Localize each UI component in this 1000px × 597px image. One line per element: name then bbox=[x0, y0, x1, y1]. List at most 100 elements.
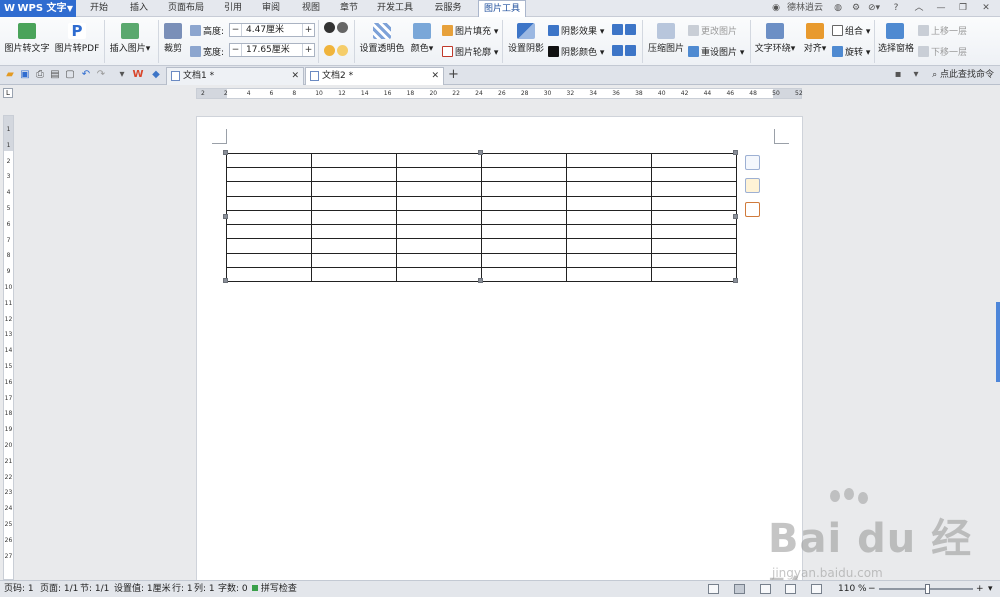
send-backward-button[interactable]: 下移一层 bbox=[918, 45, 967, 58]
status-bar-menu-icon[interactable]: ▾ bbox=[988, 581, 993, 597]
tab-stop-selector[interactable]: L bbox=[3, 88, 13, 98]
user-name[interactable]: 德林逍云 bbox=[784, 0, 826, 17]
print-icon[interactable]: ⎙ bbox=[34, 69, 46, 81]
cloud-doc-icon[interactable]: ◆ bbox=[150, 69, 162, 81]
table-cell[interactable] bbox=[226, 167, 312, 183]
table-cell[interactable] bbox=[566, 167, 652, 183]
fullscreen-icon[interactable] bbox=[708, 584, 719, 594]
table-cell[interactable] bbox=[396, 181, 482, 197]
table-cell[interactable] bbox=[396, 209, 482, 226]
table-cell[interactable] bbox=[481, 252, 567, 268]
table-cell[interactable] bbox=[566, 238, 652, 254]
align-button[interactable]: 对齐▾ bbox=[800, 23, 830, 54]
status-section[interactable]: 节: 1/1 bbox=[80, 581, 109, 597]
table-cell[interactable] bbox=[226, 224, 312, 240]
height-increment[interactable]: + bbox=[302, 24, 314, 36]
close-icon[interactable]: ✕ bbox=[291, 68, 299, 84]
table-cell[interactable] bbox=[311, 181, 397, 197]
quick-access-dropdown-icon[interactable]: ▾ bbox=[116, 69, 128, 81]
table-cell[interactable] bbox=[396, 252, 482, 268]
table-cell[interactable] bbox=[311, 209, 397, 226]
nudge-up-icon[interactable] bbox=[612, 24, 623, 35]
pic-to-pdf-button[interactable]: P 图片转PDF bbox=[54, 23, 100, 54]
table-cell[interactable] bbox=[566, 224, 652, 240]
table-cell[interactable] bbox=[311, 224, 397, 240]
table-cell[interactable] bbox=[651, 238, 737, 254]
tab-page-layout[interactable]: 页面布局 bbox=[164, 0, 208, 17]
layout-options-icon[interactable] bbox=[745, 155, 760, 170]
nudge-down-icon[interactable] bbox=[625, 24, 636, 35]
contrast-down-icon[interactable] bbox=[337, 22, 348, 33]
table-cell[interactable] bbox=[651, 195, 737, 211]
tab-settings-icon[interactable]: ▾ bbox=[910, 69, 922, 81]
insert-picture-button[interactable]: 插入图片▾ bbox=[108, 23, 152, 54]
close-icon[interactable]: ✕ bbox=[431, 68, 439, 84]
table-cell[interactable] bbox=[311, 195, 397, 211]
brightness-up-icon[interactable] bbox=[324, 45, 335, 56]
tab-cloud[interactable]: 云服务 bbox=[428, 0, 468, 17]
table-cell[interactable] bbox=[566, 195, 652, 211]
picture-fill-button[interactable]: 图片填充 ▾ bbox=[442, 24, 498, 37]
crop-button[interactable]: 裁剪 bbox=[162, 23, 184, 54]
horizontal-ruler[interactable]: 2 2 4 6 8 10 12 14 16 18 20 22 24 26 28 30 32 34 36 38 40 42 4… bbox=[196, 88, 803, 99]
width-increment[interactable]: + bbox=[302, 44, 314, 56]
table-cell[interactable] bbox=[651, 209, 737, 226]
command-search[interactable]: ⌕ 点此查找命令 bbox=[932, 68, 994, 82]
rotate-button[interactable]: 旋转 ▾ bbox=[832, 45, 870, 58]
vertical-ruler[interactable]: 1 1 2 3 4 5 6 7 8 9 10 11 12 13 14 15 16 17 18 19 20 21 22 23 24… bbox=[3, 115, 14, 580]
resize-handle[interactable] bbox=[478, 150, 483, 155]
table-cell[interactable] bbox=[311, 167, 397, 183]
table-cell[interactable] bbox=[566, 181, 652, 197]
table-cell[interactable] bbox=[311, 266, 397, 283]
tab-chapter[interactable]: 章节 bbox=[334, 0, 364, 17]
picture-outline-button[interactable]: 图片轮廓 ▾ bbox=[442, 45, 498, 58]
outline-pen-icon[interactable] bbox=[745, 202, 760, 217]
outline-view-icon[interactable] bbox=[760, 584, 771, 594]
table-cell[interactable] bbox=[226, 252, 312, 268]
table-cell[interactable] bbox=[651, 167, 737, 183]
table-cell[interactable] bbox=[226, 266, 312, 283]
reset-picture-button[interactable]: 重设图片 ▾ bbox=[688, 45, 744, 58]
table-cell[interactable] bbox=[566, 209, 652, 226]
open-folder-icon[interactable]: ▰ bbox=[4, 69, 16, 81]
close-icon[interactable]: ✕ bbox=[978, 0, 994, 17]
table-cell[interactable] bbox=[226, 152, 312, 169]
shadow-color-button[interactable]: 阴影颜色 ▾ bbox=[548, 45, 604, 58]
table-cell[interactable] bbox=[311, 238, 397, 254]
skin-icon[interactable]: ◍ bbox=[832, 0, 844, 17]
tab-insert[interactable]: 插入 bbox=[124, 0, 154, 17]
feedback-icon[interactable]: ⊘▾ bbox=[866, 0, 882, 17]
web-view-icon[interactable] bbox=[785, 584, 796, 594]
set-transparent-button[interactable]: 设置透明色 bbox=[358, 23, 406, 54]
shadow-effect-button[interactable]: 阴影效果 ▾ bbox=[548, 24, 604, 37]
width-decrement[interactable]: − bbox=[230, 44, 242, 56]
preview-icon[interactable]: ▢ bbox=[64, 69, 76, 81]
table-cell[interactable] bbox=[396, 224, 482, 240]
resize-handle[interactable] bbox=[733, 278, 738, 283]
width-spinner[interactable]: − 17.65厘米 + bbox=[229, 43, 315, 57]
app-menu-button[interactable]: W WPS 文字 ▼ bbox=[0, 0, 76, 17]
tab-developer[interactable]: 开发工具 bbox=[372, 0, 418, 17]
table-cell[interactable] bbox=[396, 195, 482, 211]
print-preview-icon[interactable]: ▤ bbox=[49, 69, 61, 81]
table-cell[interactable] bbox=[481, 152, 567, 169]
doc-tab-1[interactable]: 文档1 * ✕ bbox=[166, 67, 304, 85]
status-setting[interactable]: 设置值: 1厘米 bbox=[114, 581, 171, 597]
table-cell[interactable] bbox=[566, 152, 652, 169]
set-shadow-button[interactable]: 设置阴影 bbox=[508, 23, 544, 54]
gear-icon[interactable]: ⚙ bbox=[850, 0, 862, 17]
table-cell[interactable] bbox=[396, 238, 482, 254]
fill-bucket-icon[interactable] bbox=[745, 178, 760, 193]
compress-picture-button[interactable]: 压缩图片 bbox=[646, 23, 686, 54]
table-cell[interactable] bbox=[651, 152, 737, 169]
zoom-slider-thumb[interactable] bbox=[925, 584, 930, 594]
table-cell[interactable] bbox=[481, 167, 567, 183]
table-cell[interactable] bbox=[311, 152, 397, 169]
table-cell[interactable] bbox=[651, 224, 737, 240]
table-cell[interactable] bbox=[566, 252, 652, 268]
brightness-down-icon[interactable] bbox=[337, 45, 348, 56]
contrast-up-icon[interactable] bbox=[324, 22, 335, 33]
resize-handle[interactable] bbox=[223, 150, 228, 155]
tab-references[interactable]: 引用 bbox=[218, 0, 248, 17]
table-cell[interactable] bbox=[651, 181, 737, 197]
